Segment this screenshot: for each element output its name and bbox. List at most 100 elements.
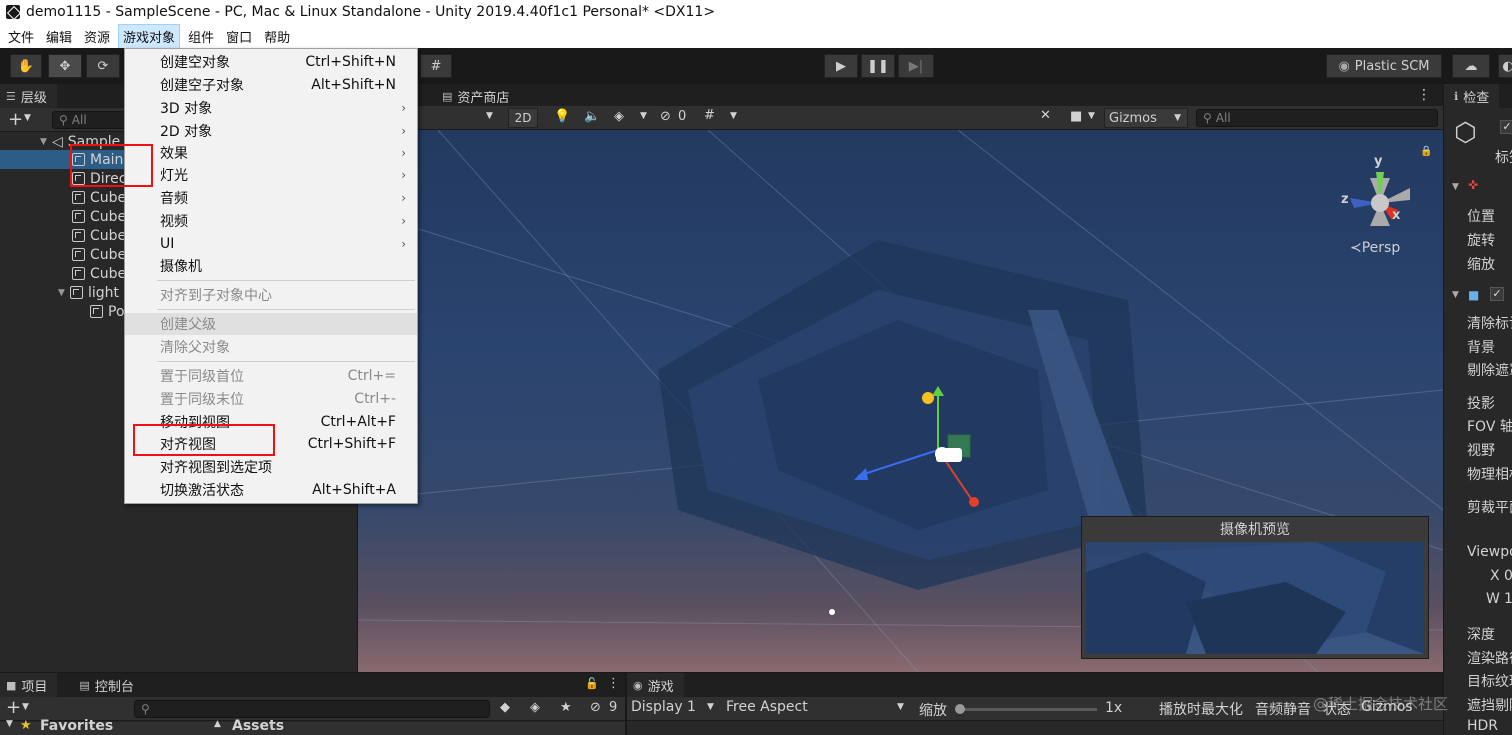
cloud-icon: ☁ [1464, 58, 1478, 74]
foldout-arrow-icon[interactable]: ▼ [1452, 182, 1459, 192]
camera-settings-icon[interactable]: ■ [1070, 109, 1082, 124]
grid-snap-button[interactable]: # [420, 54, 452, 78]
camera-preview-title: 摄像机预览 [1220, 522, 1290, 538]
menu-file[interactable]: 文件 [4, 25, 38, 48]
menu-item-set-as-last-sibling[interactable]: 置于同级末位 Ctrl+- [125, 388, 417, 410]
effects-dropdown-icon[interactable]: ▼ [640, 111, 647, 121]
add-dropdown-icon[interactable]: ▼ [22, 702, 29, 712]
expand-arrow-icon[interactable]: ▼ [40, 137, 52, 147]
gizmos-button[interactable]: Gizmos ▼ [1104, 108, 1188, 128]
hidden-objects-icon[interactable]: ⊘ [660, 109, 671, 124]
pause-button[interactable]: ❚❚ [861, 54, 895, 78]
project-search-input[interactable]: ⚲ [134, 700, 490, 718]
filter-by-label-icon[interactable]: ◈ [530, 700, 540, 715]
tab-hierarchy[interactable]: ☰ 层级 [0, 84, 57, 108]
menu-item-3d-object[interactable]: 3D 对象 › [125, 97, 417, 119]
menu-item-create-empty[interactable]: 创建空对象 Ctrl+Shift+N [125, 51, 417, 73]
menu-gameobject[interactable]: 游戏对象 [118, 23, 181, 49]
plastic-scm-button[interactable]: ◉ Plastic SCM [1326, 54, 1442, 78]
inspector-x-value[interactable]: 0 [1504, 568, 1512, 584]
collab-button[interactable]: ◐ [1498, 54, 1512, 78]
menu-help[interactable]: 帮助 [260, 25, 294, 48]
toggle-2d-button[interactable]: 2D [508, 108, 538, 128]
tab-console[interactable]: ▤ 控制台 [73, 673, 143, 697]
more-options-icon[interactable]: ⋮ [607, 676, 620, 691]
menu-window[interactable]: 窗口 [222, 25, 256, 48]
expand-arrow-icon[interactable]: ▼ [58, 288, 70, 298]
menu-item-audio[interactable]: 音频 › [125, 187, 417, 209]
lock-icon[interactable]: 🔒 [1420, 146, 1432, 157]
camera-dropdown-icon[interactable]: ▼ [1088, 111, 1095, 121]
menu-item-make-parent[interactable]: 创建父级 [125, 313, 417, 335]
foldout-arrow-icon[interactable]: ▼ [1452, 290, 1459, 300]
display-dropdown-icon[interactable]: ▼ [707, 702, 714, 712]
menu-item-2d-object[interactable]: 2D 对象 › [125, 120, 417, 142]
menu-item-camera[interactable]: 摄像机 [125, 255, 417, 277]
aspect-dropdown-icon[interactable]: ▼ [897, 702, 904, 712]
aspect-dropdown[interactable]: Free Aspect [726, 699, 808, 715]
rotate-tool-button[interactable]: ⟳ [86, 54, 120, 78]
play-button[interactable]: ▶ [824, 54, 858, 78]
menu-item-clear-parent[interactable]: 清除父对象 [125, 336, 417, 358]
menu-item-video[interactable]: 视频 › [125, 210, 417, 232]
menu-item-set-as-first-sibling[interactable]: 置于同级首位 Ctrl+= [125, 365, 417, 387]
camera-enabled-checkbox[interactable]: ✓ [1490, 287, 1504, 301]
maximize-on-play-toggle[interactable]: 播放时最大化 [1159, 699, 1243, 719]
effects-toggle-icon[interactable]: ◈ [614, 109, 624, 124]
menu-item-toggle-active[interactable]: 切换激活状态 Alt+Shift+A [125, 479, 417, 501]
mute-audio-toggle[interactable]: 音频静音 [1255, 699, 1311, 719]
active-checkbox[interactable]: ✓ [1500, 120, 1512, 134]
scene-search-input[interactable]: ⚲ All [1196, 109, 1438, 127]
tab-inspector[interactable]: ℹ 检查 [1444, 84, 1500, 108]
hidden-packages-icon[interactable]: ⊘ [590, 700, 601, 715]
favorites-label[interactable]: Favorites [40, 718, 113, 734]
menu-item-create-empty-child[interactable]: 创建空子对象 Alt+Shift+N [125, 74, 417, 96]
assets-fold-icon[interactable]: ▲ [214, 719, 221, 729]
menu-item-effects[interactable]: 效果 › [125, 142, 417, 164]
gameobject-icon [72, 267, 85, 280]
menu-item-shortcut: Ctrl+Shift+F [307, 436, 396, 452]
add-button[interactable]: + [6, 697, 21, 718]
menu-item-align-view-to-selected[interactable]: 对齐视图到选定项 [125, 456, 417, 478]
tab-asset-store[interactable]: ▤ 资产商店 [436, 84, 519, 108]
inspector-background-label: 背景 [1467, 340, 1495, 356]
collab-icon: ◐ [1502, 58, 1512, 74]
hierarchy-search-placeholder: All [71, 113, 87, 127]
hand-tool-button[interactable]: ✋ [10, 54, 42, 78]
scene-toolbar: ▼ 2D 💡 🔈 ◈ ▼ ⊘ 0 # ▼ ✕ ■ ▼ Gizmos ▼ ⚲ Al… [358, 106, 1443, 130]
filter-by-type-icon[interactable]: ◆ [500, 700, 510, 715]
lighting-toggle-icon[interactable]: 💡 [554, 109, 570, 124]
menu-component[interactable]: 组件 [184, 25, 218, 48]
folder-icon: ■ [6, 678, 17, 692]
menu-item-shortcut: Alt+Shift+N [311, 77, 396, 93]
annotation-box-align-with-view [133, 424, 275, 456]
audio-toggle-icon[interactable]: 🔈 [584, 109, 600, 124]
tab-game[interactable]: ◉ 游戏 [627, 673, 684, 697]
grid-dropdown-icon[interactable]: ▼ [730, 111, 737, 121]
tools-icon[interactable]: ✕ [1040, 108, 1051, 123]
orientation-gizmo[interactable] [1340, 158, 1420, 248]
scale-slider[interactable] [955, 704, 1097, 714]
favorite-star-icon[interactable]: ★ [560, 700, 572, 715]
tab-project[interactable]: ■ 项目 [0, 673, 58, 697]
inspector-w-value[interactable]: 1 [1504, 591, 1512, 607]
more-options-icon[interactable]: ⋮ [1417, 87, 1431, 103]
favorites-fold-icon[interactable]: ▼ [6, 719, 13, 729]
add-dropdown-icon[interactable]: ▼ [24, 113, 31, 123]
menu-item-ui[interactable]: UI › [125, 233, 417, 255]
menu-item-light[interactable]: 灯光 › [125, 164, 417, 186]
move-tool-button[interactable]: ✥ [48, 54, 82, 78]
cloud-button[interactable]: ☁ [1452, 54, 1490, 78]
add-button[interactable]: + [8, 109, 23, 130]
menu-edit[interactable]: 编辑 [42, 25, 76, 48]
lock-icon[interactable]: 🔓 [585, 677, 599, 690]
grid-toggle-icon[interactable]: # [704, 108, 715, 123]
shading-dropdown-icon[interactable]: ▼ [486, 111, 493, 121]
menu-item-center-on-children[interactable]: 对齐到子对象中心 [125, 284, 417, 306]
assets-label[interactable]: Assets [232, 718, 284, 734]
menu-assets[interactable]: 资源 [80, 25, 114, 48]
projection-label[interactable]: ≺Persp [1350, 240, 1400, 256]
step-button[interactable]: ▶| [898, 54, 934, 78]
display-dropdown[interactable]: Display 1 [631, 699, 696, 715]
scale-slider-handle[interactable] [955, 704, 965, 714]
